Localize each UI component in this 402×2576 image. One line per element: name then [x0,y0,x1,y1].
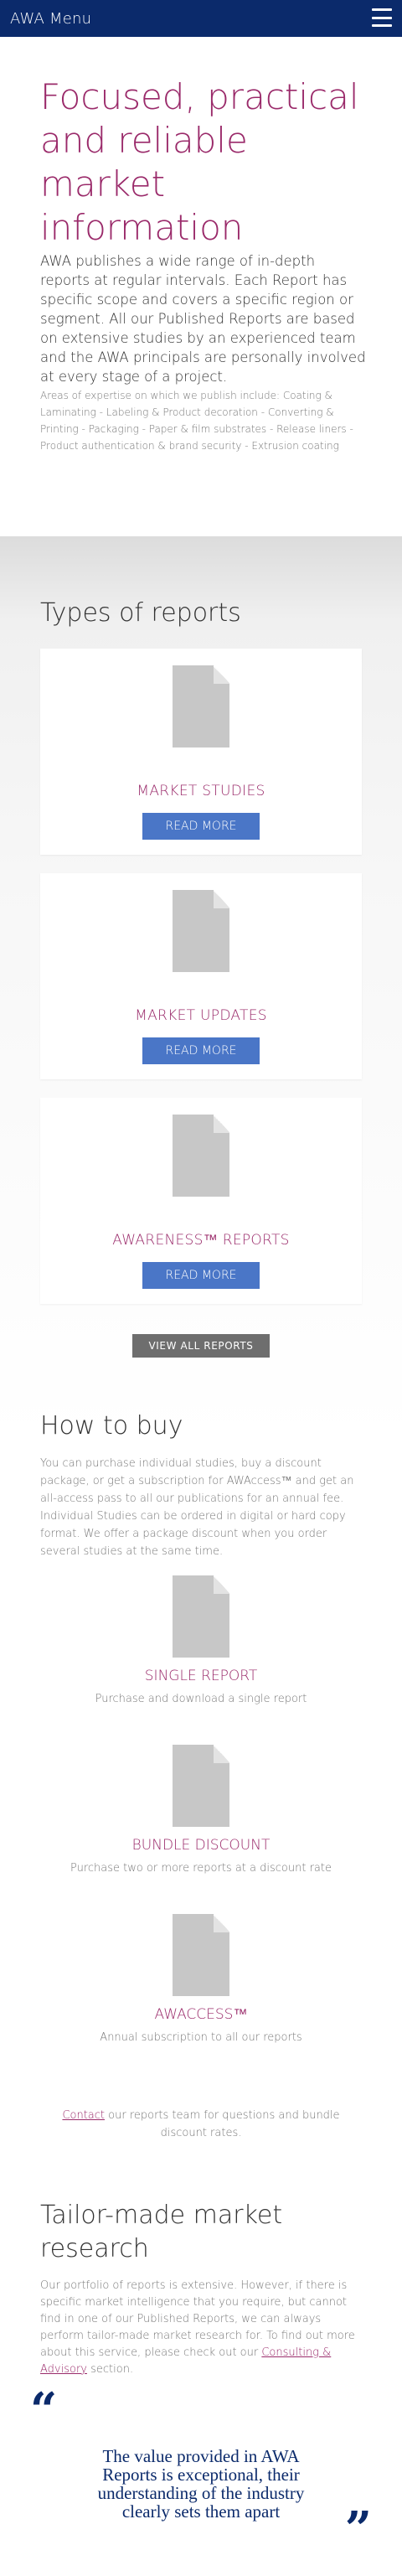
contact-link[interactable]: Contact [62,2109,105,2122]
read-more-button[interactable]: READ MORE [142,1262,260,1289]
areas-of-expertise: Areas of expertise on which we publish i… [40,390,353,452]
report-card-market-updates: MARKET UPDATES READ MORE [40,873,362,1079]
hamburger-menu-icon[interactable] [372,8,392,27]
buy-option-title[interactable]: BUNDLE DISCOUNT [0,1837,402,1854]
top-navigation-bar: AWA Menu [0,0,402,37]
buy-option-single-report[interactable]: SINGLE REPORT Purchase and download a si… [0,1575,402,1718]
how-to-buy-text: You can purchase individual studies, buy… [40,1457,354,1558]
report-card-market-studies: MARKET STUDIES READ MORE [40,649,362,855]
open-quote-icon: “ [30,2382,58,2438]
card-title: MARKET STUDIES [137,783,265,799]
hamburger-line [372,24,392,27]
buy-option-description: Annual subscription to all our reports [100,2031,302,2044]
types-of-reports-heading: Types of reports [40,598,241,628]
document-icon [173,1745,229,1827]
page-title: Focused, practical and reliable market i… [40,76,359,248]
card-title: MARKET UPDATES [135,1007,267,1024]
tailor-text-after: section. [87,2363,134,2376]
read-more-button[interactable]: READ MORE [142,1037,260,1064]
site-brand-menu-label[interactable]: AWA Menu [10,10,91,28]
tailor-made-text: Our portfolio of reports is extensive. H… [40,2278,367,2378]
document-icon [173,890,229,972]
card-title: AWARENESS™ REPORTS [112,1232,290,1249]
buy-option-description: Purchase two or more reports at a discou… [70,1862,332,1875]
tailor-made-heading: Tailor-made market research [40,2201,283,2263]
document-icon [173,665,229,747]
view-all-reports-button[interactable]: VIEW ALL REPORTS [132,1334,270,1358]
document-icon [173,1914,229,1996]
buy-option-description: Purchase and download a single report [95,1693,307,1705]
testimonial-quote: The value provided in AWA Reports is exc… [97,2446,305,2522]
buy-option-title[interactable]: SINGLE REPORT [0,1668,402,1684]
buy-option-title[interactable]: AWACCESS™ [0,2006,402,2023]
document-icon [173,1115,229,1197]
buy-option-awaccess[interactable]: AWACCESS™ Annual subscription to all our… [0,1914,402,2056]
contact-note-text: our reports team for questions and bundl… [105,2109,340,2139]
hamburger-line [372,16,392,19]
intro-paragraph: AWA publishes a wide range of in-depth r… [40,253,366,385]
buy-option-bundle-discount[interactable]: BUNDLE DISCOUNT Purchase two or more rep… [0,1745,402,1887]
how-to-buy-heading: How to buy [40,1411,183,1441]
read-more-button[interactable]: READ MORE [142,813,260,840]
close-quote-icon: ” [344,2501,372,2557]
contact-note: Contact our reports team for questions a… [50,2107,352,2142]
hamburger-line [372,8,392,11]
report-card-awareness-reports: AWARENESS™ REPORTS READ MORE [40,1098,362,1304]
document-icon [173,1575,229,1658]
